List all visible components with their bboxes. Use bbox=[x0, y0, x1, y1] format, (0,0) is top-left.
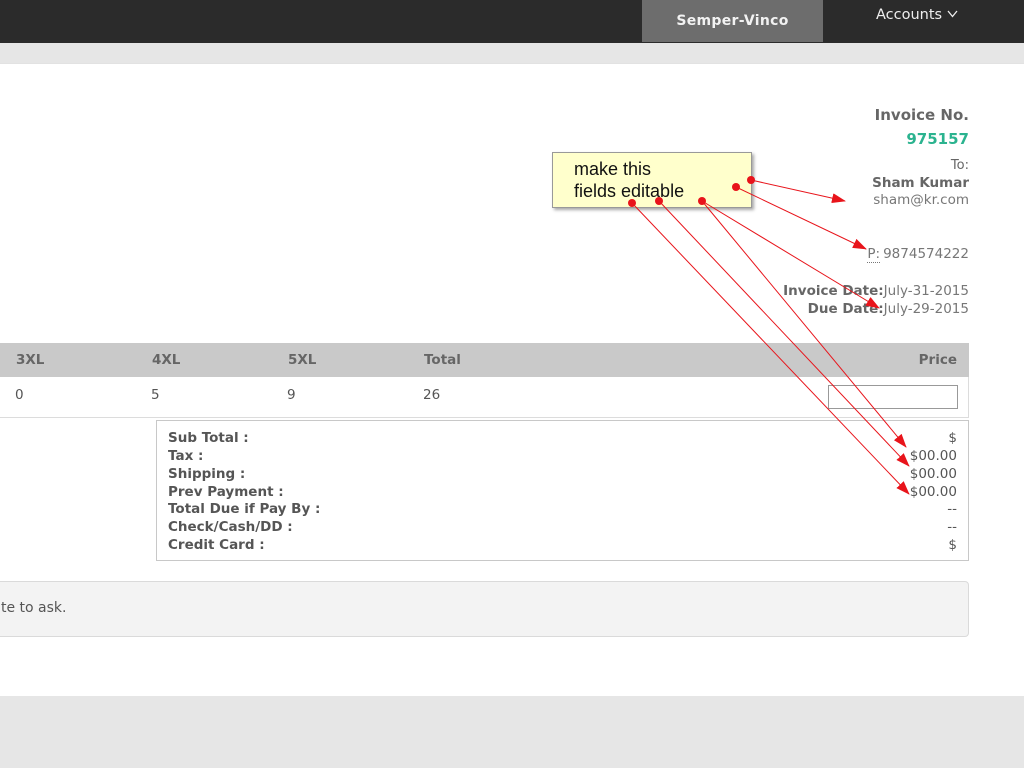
items-table-header: 3XL 4XL 5XL Total Price bbox=[0, 343, 969, 377]
header-total: Total bbox=[424, 352, 461, 368]
subtotal-label: Sub Total : bbox=[168, 430, 249, 446]
credit-card-label: Credit Card : bbox=[168, 537, 265, 553]
cell-total: 26 bbox=[423, 387, 441, 403]
accounts-label: Accounts bbox=[876, 7, 943, 23]
tax-label: Tax : bbox=[168, 448, 204, 464]
cell-4xl: 5 bbox=[151, 387, 160, 403]
brand-tab[interactable]: Semper-Vinco bbox=[642, 0, 823, 42]
accounts-menu[interactable]: Accounts bbox=[876, 0, 958, 30]
invoice-date-label: Invoice Date: bbox=[783, 283, 884, 299]
phone-abbr: P: bbox=[867, 246, 881, 263]
note-text: te to ask. bbox=[1, 600, 67, 616]
phone-value: 9874574222 bbox=[883, 246, 969, 262]
header-4xl: 4XL bbox=[152, 352, 181, 368]
check-cash-label: Check/Cash/DD : bbox=[168, 519, 293, 535]
to-label: To: bbox=[950, 158, 969, 173]
due-date-label: Due Date: bbox=[807, 301, 884, 317]
brand-label: Semper-Vinco bbox=[676, 13, 789, 29]
credit-card-value: $ bbox=[948, 537, 957, 553]
total-due-label: Total Due if Pay By : bbox=[168, 501, 321, 517]
chevron-down-icon bbox=[947, 10, 958, 21]
price-input[interactable] bbox=[828, 385, 958, 409]
due-date-value: July-29-2015 bbox=[883, 301, 969, 317]
invoice-date-value: July-31-2015 bbox=[883, 283, 969, 299]
invoice-number: 975157 bbox=[906, 130, 969, 148]
annotation-sticky-note: make this fields editable bbox=[552, 152, 752, 208]
tax-value: $00.00 bbox=[909, 448, 957, 464]
check-cash-value: -- bbox=[947, 519, 957, 535]
header-3xl: 3XL bbox=[16, 352, 45, 368]
subtotal-value: $ bbox=[948, 430, 957, 446]
totals-box: Sub Total : $ Tax : $00.00 Shipping : $0… bbox=[156, 420, 969, 561]
due-date-row: Due Date:July-29-2015 bbox=[808, 301, 969, 317]
annotation-line-2: fields editable bbox=[574, 181, 685, 201]
shipping-value: $00.00 bbox=[909, 466, 957, 482]
header-price: Price bbox=[918, 352, 957, 368]
top-navbar: Semper-Vinco Accounts bbox=[0, 0, 1024, 43]
table-row: 0 5 9 26 bbox=[0, 377, 969, 418]
invoice-date-row: Invoice Date:July-31-2015 bbox=[783, 283, 969, 299]
customer-name: Sham Kumar bbox=[872, 175, 969, 191]
total-due-value: -- bbox=[947, 501, 957, 517]
cell-3xl: 0 bbox=[15, 387, 24, 403]
customer-email: sham@kr.com bbox=[873, 192, 969, 208]
annotation-line-1: make this bbox=[574, 159, 652, 179]
shipping-label: Shipping : bbox=[168, 466, 246, 482]
note-box: te to ask. bbox=[0, 581, 969, 637]
customer-phone: P: 9874574222 bbox=[867, 246, 969, 263]
invoice-number-label: Invoice No. bbox=[874, 106, 969, 124]
prev-payment-label: Prev Payment : bbox=[168, 484, 284, 500]
prev-payment-value: $00.00 bbox=[909, 484, 957, 500]
header-5xl: 5XL bbox=[288, 352, 317, 368]
cell-5xl: 9 bbox=[287, 387, 296, 403]
